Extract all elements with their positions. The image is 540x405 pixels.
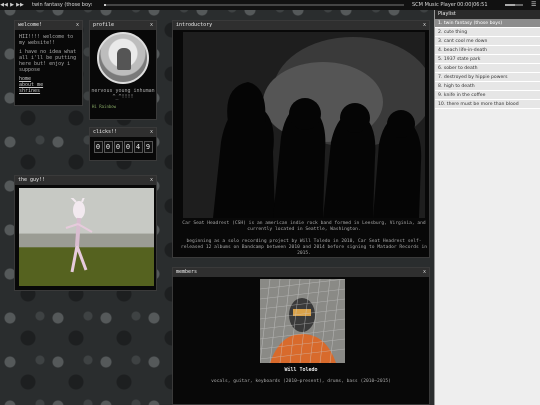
volume-level bbox=[505, 4, 515, 6]
members-header: members x bbox=[173, 268, 429, 277]
playlist-item[interactable]: 10. there must be more than blood bbox=[435, 100, 540, 109]
prev-icon[interactable]: ◀◀ bbox=[0, 2, 8, 8]
seek-handle[interactable] bbox=[104, 4, 106, 6]
playlist-panel: Playlist 1. twin fantasy (those boys) 2.… bbox=[434, 10, 540, 405]
seek-bar[interactable] bbox=[104, 4, 404, 6]
members-title: members bbox=[176, 269, 198, 275]
playlist-item[interactable]: 7. destroyed by hippie powers bbox=[435, 73, 540, 82]
counter-digit: 0 bbox=[123, 141, 133, 153]
clicks-panel: clicks!! x 0 0 0 0 4 9 bbox=[89, 127, 157, 161]
playlist-item[interactable]: 2. cute thing bbox=[435, 28, 540, 37]
playlist-item[interactable]: 5. 1937 state park bbox=[435, 55, 540, 64]
profile-title: profile bbox=[93, 22, 115, 28]
welcome-title: welcome! bbox=[18, 22, 43, 28]
welcome-panel: welcome! x HII!!!! welcome to my website… bbox=[14, 20, 83, 106]
playlist-item[interactable]: 3. cant cool me down bbox=[435, 37, 540, 46]
member-portrait bbox=[260, 279, 345, 363]
playlist-item[interactable]: 9. knife in the coffee bbox=[435, 91, 540, 100]
playlist-item[interactable]: 1. twin fantasy (those boys) bbox=[435, 19, 540, 28]
menu-icon[interactable]: ☰ bbox=[531, 1, 536, 8]
band-photo bbox=[183, 32, 425, 218]
counter-digit: 0 bbox=[113, 141, 123, 153]
the-guy-title: the guy!! bbox=[18, 177, 46, 183]
playlist-title: Playlist bbox=[435, 10, 540, 19]
playlist-item[interactable]: 6. sober to death bbox=[435, 64, 540, 73]
introductory-text: Car Seat Headrest (CSH) is an american i… bbox=[177, 221, 431, 257]
play-icon[interactable]: ▶ bbox=[8, 2, 16, 8]
avatar bbox=[97, 32, 149, 84]
playlist-item[interactable]: 8. high to death bbox=[435, 82, 540, 91]
current-song: twin fantasy (those boys) bbox=[32, 2, 92, 8]
link-shrines[interactable]: shrines bbox=[19, 88, 78, 94]
member-photo bbox=[260, 279, 345, 363]
members-panel: members x Will Toledo vocals, guitar, ke… bbox=[172, 267, 430, 405]
intro-paragraph: Car Seat Headrest (CSH) is an american i… bbox=[182, 221, 426, 232]
counter-digit: 0 bbox=[103, 141, 113, 153]
member-role: vocals, guitar, keyboards (2010–present)… bbox=[211, 379, 391, 384]
introductory-panel: introductory x Car Seat Headrest (CSH) i… bbox=[172, 20, 430, 258]
close-icon[interactable]: x bbox=[150, 21, 153, 30]
welcome-greeting: HII!!!! welcome to my website!! bbox=[19, 34, 74, 46]
introductory-title: introductory bbox=[176, 22, 213, 28]
the-guy-header: the guy!! x bbox=[15, 176, 156, 185]
profile-status: nervous young inhuman ^_^!!!! bbox=[91, 88, 155, 100]
welcome-text: i have no idea what all i'll be putting … bbox=[19, 49, 77, 73]
figure-illustration bbox=[65, 198, 93, 273]
close-icon[interactable]: x bbox=[150, 128, 153, 137]
band-silhouettes bbox=[183, 32, 425, 218]
status-badge: Hi Rainbow bbox=[92, 104, 117, 109]
dancing-figure-image bbox=[19, 188, 154, 286]
close-icon[interactable]: x bbox=[423, 21, 426, 30]
clicks-header: clicks!! x bbox=[90, 128, 156, 137]
member-name: Will Toledo bbox=[284, 367, 318, 373]
close-icon[interactable]: x bbox=[76, 21, 79, 30]
welcome-header: welcome! x bbox=[15, 21, 82, 30]
counter-digit: 9 bbox=[143, 141, 153, 153]
music-player-bar: ◀◀ ▶ ▶▶ twin fantasy (those boys) SCM Mu… bbox=[0, 0, 540, 10]
playlist-item[interactable]: 4. beach life-in-death bbox=[435, 46, 540, 55]
introductory-header: introductory x bbox=[173, 21, 429, 30]
profile-header: profile x bbox=[90, 21, 156, 30]
volume-slider[interactable] bbox=[505, 4, 523, 6]
the-guy-panel: the guy!! x bbox=[14, 175, 157, 291]
counter-digit: 4 bbox=[133, 141, 143, 153]
clicks-title: clicks!! bbox=[93, 129, 118, 135]
player-name: SCM Music Player bbox=[412, 2, 456, 8]
play-time: 00:00|06:51 bbox=[457, 2, 488, 8]
intro-paragraph: beginning as a solo recording project by… bbox=[180, 239, 428, 256]
hit-counter: 0 0 0 0 4 9 bbox=[90, 141, 156, 153]
close-icon[interactable]: x bbox=[150, 176, 153, 185]
counter-digit: 0 bbox=[93, 141, 103, 153]
profile-panel: profile x nervous young inhuman ^_^!!!! … bbox=[89, 20, 157, 120]
close-icon[interactable]: x bbox=[423, 268, 426, 277]
next-icon[interactable]: ▶▶ bbox=[16, 2, 24, 8]
